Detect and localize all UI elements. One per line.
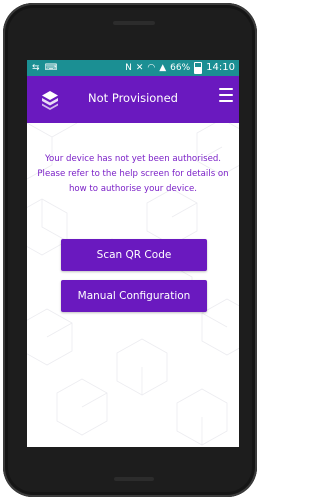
manual-configuration-button[interactable]: Manual Configuration — [61, 280, 207, 312]
app-bar: Not Provisioned — [27, 76, 239, 123]
clock: 14:10 — [206, 62, 235, 73]
status-bar: ⇆ ⌨ N ✕ ◠ ▲ 66% 14:10 — [27, 60, 239, 76]
bottom-speaker — [114, 477, 154, 481]
not-provisioned-message: Your device has not yet been authorised.… — [37, 154, 229, 194]
mute-icon: ✕ — [135, 62, 144, 73]
page-title: Not Provisioned — [88, 91, 178, 105]
battery-percent: 66% — [170, 62, 191, 73]
main-content: Your device has not yet been authorised.… — [27, 123, 239, 447]
usb-icon: ⇆ — [32, 63, 40, 73]
signal-icon: ▲ — [159, 62, 167, 73]
phone-frame: ⇆ ⌨ N ✕ ◠ ▲ 66% 14:10 Not Provisioned Yo… — [3, 3, 257, 497]
earpiece-speaker — [113, 21, 155, 25]
nfc-icon: N — [125, 62, 132, 73]
scan-qr-code-button[interactable]: Scan QR Code — [61, 239, 207, 271]
keyboard-icon: ⌨ — [44, 63, 58, 73]
hamburger-menu-icon[interactable] — [219, 88, 233, 102]
phone-screen: ⇆ ⌨ N ✕ ◠ ▲ 66% 14:10 Not Provisioned Yo… — [27, 60, 239, 447]
battery-icon — [194, 62, 203, 74]
wifi-icon: ◠ — [147, 62, 156, 73]
